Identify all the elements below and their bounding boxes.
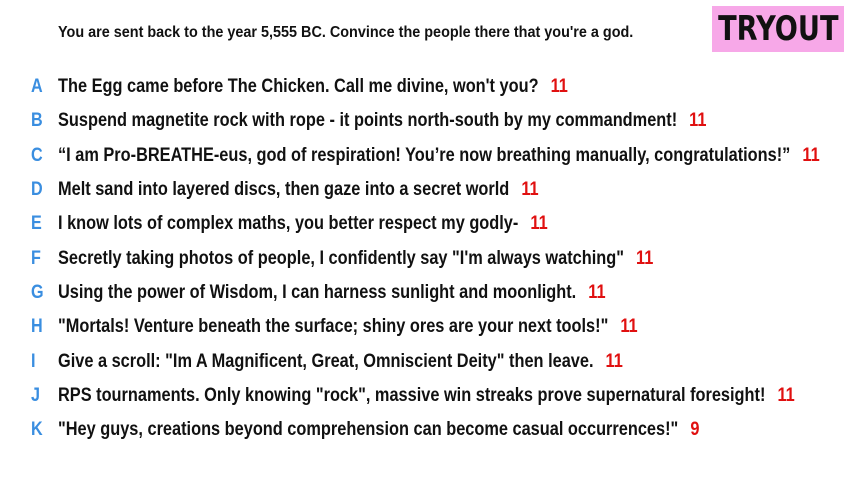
answer-score: 11 <box>530 213 548 235</box>
answer-score: 11 <box>620 316 638 338</box>
answer-score: 11 <box>802 144 820 166</box>
answer-score: 11 <box>636 247 654 269</box>
answer-text: Suspend magnetite rock with rope - it po… <box>58 110 678 132</box>
answer-score: 9 <box>690 419 700 441</box>
answer-item-g: G Using the power of Wisdom, I can harne… <box>0 276 853 310</box>
answer-letter: J <box>31 384 40 406</box>
answer-body: I know lots of complex maths, you better… <box>58 213 548 235</box>
answer-text: Melt sand into layered discs, then gaze … <box>58 179 510 201</box>
answer-text: "Hey guys, creations beyond comprehensio… <box>58 419 679 441</box>
answer-text: Secretly taking photos of people, I conf… <box>58 247 625 269</box>
answer-body: Melt sand into layered discs, then gaze … <box>58 179 539 201</box>
answer-body: Secretly taking photos of people, I conf… <box>58 248 653 270</box>
answer-score: 11 <box>588 281 606 303</box>
answer-score: 11 <box>605 350 623 372</box>
answer-score: 11 <box>777 384 795 406</box>
answer-text: "Mortals! Venture beneath the surface; s… <box>58 316 609 338</box>
answer-body: The Egg came before The Chicken. Call me… <box>58 76 568 98</box>
answer-letter: E <box>31 213 42 235</box>
answer-item-d: D Melt sand into layered discs, then gaz… <box>0 173 853 207</box>
answer-item-c: C “I am Pro-BREATHE-eus, god of respirat… <box>0 139 853 173</box>
answer-item-b: B Suspend magnetite rock with rope - it … <box>0 104 853 138</box>
answer-score: 11 <box>550 76 568 98</box>
answer-letter: H <box>31 316 43 338</box>
answer-letter: C <box>31 144 43 166</box>
answer-item-h: H "Mortals! Venture beneath the surface;… <box>0 310 853 344</box>
answer-item-e: E I know lots of complex maths, you bett… <box>0 207 853 241</box>
answer-score: 11 <box>689 110 707 132</box>
answer-body: Using the power of Wisdom, I can harness… <box>58 282 606 304</box>
answer-letter: F <box>31 247 41 269</box>
answer-text: Using the power of Wisdom, I can harness… <box>58 281 577 303</box>
answer-score: 11 <box>521 179 539 201</box>
answer-body: RPS tournaments. Only knowing "rock", ma… <box>58 385 795 407</box>
answer-text: “I am Pro-BREATHE-eus, god of respiratio… <box>58 144 791 166</box>
answer-body: “I am Pro-BREATHE-eus, god of respiratio… <box>58 145 820 167</box>
answer-letter: I <box>31 350 36 372</box>
answer-text: RPS tournaments. Only knowing "rock", ma… <box>58 384 766 406</box>
answer-letter: K <box>31 419 43 441</box>
answer-body: Suspend magnetite rock with rope - it po… <box>58 110 706 132</box>
question-prompt: You are sent back to the year 5,555 BC. … <box>58 24 634 41</box>
answer-letter: D <box>31 179 43 201</box>
answer-body: "Mortals! Venture beneath the surface; s… <box>58 316 638 338</box>
answer-body: Give a scroll: "Im A Magnificent, Great,… <box>58 351 623 373</box>
tryout-badge: TRYOUT <box>712 6 844 52</box>
answer-text: I know lots of complex maths, you better… <box>58 213 519 235</box>
answer-body: "Hey guys, creations beyond comprehensio… <box>58 419 699 441</box>
answer-item-f: F Secretly taking photos of people, I co… <box>0 241 853 275</box>
answer-item-a: A The Egg came before The Chicken. Call … <box>0 70 853 104</box>
answer-text: Give a scroll: "Im A Magnificent, Great,… <box>58 350 594 372</box>
answer-list: A The Egg came before The Chicken. Call … <box>0 70 853 447</box>
answer-letter: B <box>31 110 43 132</box>
answer-item-k: K "Hey guys, creations beyond comprehens… <box>0 413 853 447</box>
answer-letter: A <box>31 76 43 98</box>
answer-text: The Egg came before The Chicken. Call me… <box>58 76 539 98</box>
answer-item-i: I Give a scroll: "Im A Magnificent, Grea… <box>0 344 853 378</box>
answer-letter: G <box>31 281 44 303</box>
answer-item-j: J RPS tournaments. Only knowing "rock", … <box>0 379 853 413</box>
tryout-badge-label: TRYOUT <box>717 9 839 49</box>
